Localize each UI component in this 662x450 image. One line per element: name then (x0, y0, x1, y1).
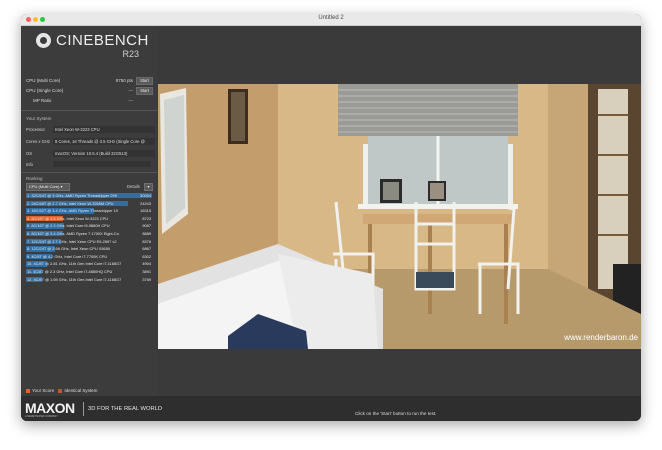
render-viewport: www.renderbaron.de (158, 84, 641, 349)
ranking-row: 3. 16C/32T @ 3.4 GHz, AMD Ryzen Threadri… (26, 208, 152, 214)
ranking-row: 11. 4C/8T @ 2.3 GHz, Intel Core i7-4850H… (26, 269, 152, 275)
app-version: R23 (122, 49, 139, 59)
app-window: Untitled 2 CINEBENCH R23 CPU (Multi Core… (21, 14, 641, 421)
test-score-single: --- (128, 88, 134, 93)
ranking-row: 9. 4C/8T @ 4.2 GHz, Intel Core i7-7700K … (26, 253, 152, 260)
legend-your-score: Your Score (32, 388, 55, 393)
status-hint: Click on the 'Start' button to run the t… (355, 411, 437, 416)
test-label-multi: CPU (Multi Core) (26, 78, 61, 83)
ranking-row-label: 4. 8C/16T @ 3.5 GHz, Intel Xeon W-3223 C… (27, 215, 109, 221)
start-multi-button[interactable]: Start (136, 77, 153, 85)
ranking-row-label: 5. 8C/16T @ 2.3 GHz, Intel Core i9-9880H… (27, 223, 110, 229)
footer: MAXON A NEMETSCHEK COMPANY 3D FOR THE RE… (21, 396, 641, 421)
ranking-row-score: 4904 (142, 261, 151, 267)
maxon-subtitle: A NEMETSCHEK COMPANY (25, 415, 58, 418)
info-key: Info (26, 162, 33, 167)
ranking-row-label: 8. 12C/24T @ 2.66 GHz, Intel Xeon CPU X5… (27, 246, 111, 252)
ranking-row: 8. 12C/24T @ 2.66 GHz, Intel Xeon CPU X5… (26, 246, 152, 252)
os-key: OS (26, 151, 33, 156)
ranking-row-score: 6302 (142, 253, 151, 259)
footer-divider (83, 402, 84, 416)
cinebench-logo-icon (36, 33, 51, 48)
ranking-row-label: 12. 4C/8T @ 1.69 GHz, 11th Gen Intel Cor… (27, 276, 122, 282)
cores-value: 8 Cores, 16 Threads @ 3.5 GHz (Single Co… (53, 138, 155, 145)
details-label: Details (127, 184, 140, 189)
ranking-row-label: 10. 4C/8T @ 2.81 GHz, 11th Gen Intel Cor… (27, 261, 122, 267)
ranking-row-label: 2. 24C/48T @ 2.7 GHz, Intel Xeon W-3265M… (27, 200, 114, 206)
legend-identical: Identical System (64, 388, 98, 393)
title-bar: Untitled 2 (21, 14, 641, 26)
system-header: Your System (26, 116, 52, 121)
ranking-row-label: 3. 16C/32T @ 3.4 GHz, AMD Ryzen Threadri… (27, 208, 118, 214)
ranking-row-score: 16315 (140, 208, 151, 214)
render-image: www.renderbaron.de (158, 84, 641, 349)
processor-key: Processor (26, 127, 45, 132)
app-logo: CINEBENCH R23 (21, 26, 157, 72)
start-single-button[interactable]: Start (136, 87, 153, 95)
os-value: macOS; Version 10.6.4 (Build 22G513) (53, 150, 155, 157)
ranking-row-label: 11. 4C/8T @ 2.3 GHz, Intel Core i7-4850H… (27, 269, 113, 274)
ranking-row-score: 3891 (142, 269, 151, 274)
divider (21, 110, 157, 111)
app-name: CINEBENCH (56, 32, 149, 49)
ranking-row-score: 3769 (142, 276, 151, 282)
ranking-row-score: 8889 (142, 231, 151, 236)
ranking-row: 12. 4C/8T @ 1.69 GHz, 11th Gen Intel Cor… (26, 276, 152, 282)
ranking-header: Ranking (26, 176, 43, 181)
ranking-row: 6. 8C/16T @ 3.4 GHz, AMD Ryzen 7 1700X E… (26, 231, 152, 237)
test-label-single: CPU (Single Core) (26, 88, 64, 93)
ranking-dropdown-value: CPU (Multi Core) (29, 184, 60, 189)
ranking-row-label: 7. 12C/24T @ 2.7 GHz, Intel Xeon CPU E5-… (27, 238, 117, 244)
render-watermark: www.renderbaron.de (563, 333, 638, 342)
window-title: Untitled 2 (318, 15, 344, 21)
ranking-row-score: 24243 (140, 200, 151, 206)
ranking-row-score: 6867 (142, 246, 151, 252)
test-score-mp: --- (128, 98, 134, 103)
ranking-row: 7. 12C/24T @ 2.7 GHz, Intel Xeon CPU E5-… (26, 238, 152, 244)
your-score-swatch (26, 388, 30, 393)
ranking-row: 1. 32C/64T @ 3 GHz, AMD Ryzen Threadripp… (26, 193, 152, 199)
test-label-mp: MP Ratio (33, 98, 52, 103)
ranking-row-score: 8376 (142, 238, 151, 244)
ranking-row-your-system: 4. 8C/16T @ 3.5 GHz, Intel Xeon W-3223 C… (26, 215, 152, 222)
left-panel: CINEBENCH R23 CPU (Multi Core) 8750 pts … (21, 26, 157, 396)
ranking-row: 5. 8C/16T @ 2.3 GHz, Intel Core i9-9880H… (26, 223, 152, 229)
legend: Your Score Identical System (26, 388, 97, 393)
info-field (53, 161, 151, 167)
identical-swatch (58, 388, 63, 393)
ranking-row-score: 9087 (142, 223, 151, 229)
ranking-row-score: 8723 (142, 215, 151, 221)
ranking-row-label: 6. 8C/16T @ 3.4 GHz, AMD Ryzen 7 1700X E… (27, 231, 119, 236)
divider (21, 172, 157, 173)
ranking-row-score: 30054 (140, 193, 151, 198)
cores-key: Cores x GHz (26, 139, 50, 144)
processor-value: Intel Xeon W-3223 CPU (53, 126, 155, 133)
tagline: 3D FOR THE REAL WORLD (88, 406, 163, 412)
ranking-row: 10. 4C/8T @ 2.81 GHz, 11th Gen Intel Cor… (26, 261, 152, 267)
test-score-multi: 8750 pts (115, 78, 133, 83)
ranking-row-label: 9. 4C/8T @ 4.2 GHz, Intel Core i7-7700K … (27, 253, 108, 259)
ranking-row: 2. 24C/48T @ 2.7 GHz, Intel Xeon W-3265M… (26, 200, 152, 206)
ranking-test-dropdown[interactable]: CPU (Multi Core) ▾ (26, 183, 70, 191)
maxon-logo: MAXON (25, 400, 75, 416)
ranking-row-label: 1. 32C/64T @ 3 GHz, AMD Ryzen Threadripp… (27, 193, 117, 198)
details-dropdown-button[interactable]: ▾ (144, 183, 153, 191)
